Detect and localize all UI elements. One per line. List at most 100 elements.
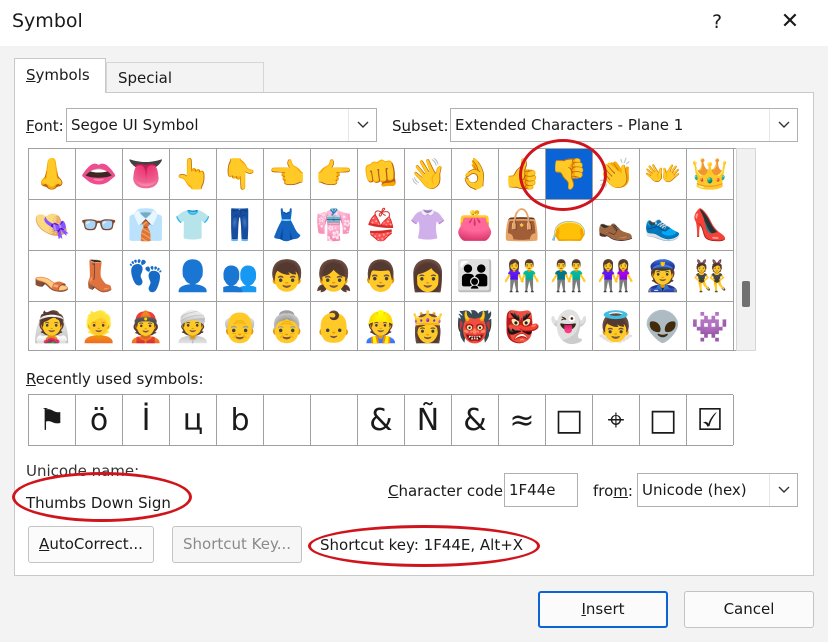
font-label-text: ont:	[34, 117, 64, 135]
from-select[interactable]: Unicode (hex)	[637, 473, 798, 507]
close-button[interactable]: ✕	[770, 6, 810, 38]
recent-symbol-cell[interactable]	[264, 395, 311, 445]
symbol-cell[interactable]: 👙	[358, 200, 405, 251]
symbol-cell[interactable]: 👩	[405, 251, 452, 302]
symbol-cell[interactable]: 👜	[499, 200, 546, 251]
symbol-cell[interactable]: 👚	[405, 200, 452, 251]
recent-symbol-cell[interactable]	[311, 395, 358, 445]
symbol-cell[interactable]: 👊	[358, 149, 405, 200]
symbol-cell[interactable]: 👴	[217, 302, 264, 350]
recent-symbol-cell[interactable]: ö	[76, 395, 123, 445]
symbol-cell[interactable]: 👵	[264, 302, 311, 350]
autocorrect-button[interactable]: AutoCorrect...	[28, 526, 154, 563]
tab-symbols[interactable]: Symbols	[14, 58, 106, 93]
symbol-cell[interactable]: 👰	[29, 302, 76, 350]
recent-label: Recently used symbols:	[26, 370, 204, 388]
symbol-cell[interactable]: 👓	[76, 200, 123, 251]
symbol-cell[interactable]: 👻	[546, 302, 593, 350]
recent-symbol-cell[interactable]: □	[546, 395, 593, 445]
symbol-cell[interactable]: 👶	[311, 302, 358, 350]
symbol-cell[interactable]: 👐	[640, 149, 687, 200]
from-label-text: :	[627, 482, 633, 500]
subset-label: Subset:	[392, 117, 449, 135]
symbol-cell[interactable]: 👗	[264, 200, 311, 251]
symbol-cell[interactable]: 👯	[687, 251, 734, 302]
symbol-cell[interactable]: 👧	[311, 251, 358, 302]
symbol-cell[interactable]: 👟	[640, 200, 687, 251]
symbol-cell[interactable]: 👮	[640, 251, 687, 302]
shortcut-key-button[interactable]: Shortcut Key...	[172, 526, 302, 563]
symbol-cell[interactable]: 👺	[499, 302, 546, 350]
cancel-button[interactable]: Cancel	[684, 591, 814, 628]
symbol-grid-scrollbar[interactable]	[736, 148, 756, 351]
character-code-input[interactable]: 1F44e	[504, 473, 578, 507]
symbol-cell[interactable]: 👈	[264, 149, 311, 200]
insert-button[interactable]: Insert	[538, 591, 668, 628]
scrollbar-thumb[interactable]	[742, 281, 750, 307]
symbol-cell[interactable]: 👬	[546, 251, 593, 302]
recent-symbol-cell[interactable]: ц	[170, 395, 217, 445]
symbol-cell[interactable]: 👳	[170, 302, 217, 350]
symbol-cell[interactable]: 👽	[640, 302, 687, 350]
symbol-cell[interactable]: 👹	[452, 302, 499, 350]
symbol-cell[interactable]: 👆	[170, 149, 217, 200]
character-code-mnemonic: C	[388, 482, 399, 500]
symbol-cell[interactable]: 👔	[123, 200, 170, 251]
symbol-cell[interactable]: 👝	[546, 200, 593, 251]
symbol-cell[interactable]: 👘	[311, 200, 358, 251]
recent-symbol-cell[interactable]: ⌖	[593, 395, 640, 445]
symbol-cell[interactable]: 👭	[593, 251, 640, 302]
recent-symbol-cell[interactable]: ☑	[687, 395, 734, 445]
symbol-cell[interactable]: 👉	[311, 149, 358, 200]
symbol-cell[interactable]: 👞	[593, 200, 640, 251]
symbol-cell[interactable]: 👱	[76, 302, 123, 350]
symbol-cell[interactable]: 👏	[593, 149, 640, 200]
symbol-cell[interactable]: 👤	[170, 251, 217, 302]
symbol-cell[interactable]: 👸	[405, 302, 452, 350]
symbol-cell[interactable]: 👋	[405, 149, 452, 200]
symbol-grid[interactable]: 👃 👄 👅 👆 👇 👈 👉 👊 👋 👌 👍 👎 👏 👐 👑 👒 👓 👔 👕 👖 👗 👘 👙 👚 👛 👜 👝 👞 👟 👠 👡 👢 👣 👤 👥 👦 👧 👨 👩 👪…	[28, 148, 736, 351]
subset-select[interactable]: Extended Characters - Plane 1	[450, 108, 798, 142]
symbol-cell[interactable]: 👪	[452, 251, 499, 302]
symbol-cell[interactable]: 👍	[499, 149, 546, 200]
symbol-cell[interactable]: 👫	[499, 251, 546, 302]
symbol-cell[interactable]: 👠	[687, 200, 734, 251]
symbol-cell[interactable]: 👢	[76, 251, 123, 302]
symbol-cell[interactable]: 👥	[217, 251, 264, 302]
symbol-cell[interactable]: 👄	[76, 149, 123, 200]
recent-symbol-cell[interactable]: &	[452, 395, 499, 445]
symbol-cell[interactable]: 👨	[358, 251, 405, 302]
symbol-cell[interactable]: 👡	[29, 251, 76, 302]
recent-symbol-cell[interactable]: Ñ	[405, 395, 452, 445]
recent-symbol-cell[interactable]: İ	[123, 395, 170, 445]
insert-label: nsert	[585, 600, 625, 618]
symbol-cell[interactable]: 👅	[123, 149, 170, 200]
symbol-cell[interactable]: 👒	[29, 200, 76, 251]
recent-symbol-cell[interactable]: &	[358, 395, 405, 445]
symbol-cell[interactable]: 👑	[687, 149, 734, 200]
symbol-cell[interactable]: 👌	[452, 149, 499, 200]
symbol-cell[interactable]: 👃	[29, 149, 76, 200]
symbol-cell[interactable]: 👖	[217, 200, 264, 251]
symbol-cell[interactable]: 👲	[123, 302, 170, 350]
recent-symbols-row[interactable]: ⚑ ö İц b & Ñ & ≈ □ ⌖ □ ☑	[28, 394, 734, 446]
symbol-cell[interactable]: 👣	[123, 251, 170, 302]
tab-symbols-label: ymbols	[35, 66, 90, 84]
tab-special-characters[interactable]: Special Characters	[106, 62, 264, 117]
symbol-cell[interactable]: 👾	[687, 302, 734, 350]
recent-symbol-cell[interactable]: b	[217, 395, 264, 445]
symbol-cell[interactable]: 👇	[217, 149, 264, 200]
symbol-cell[interactable]: 👦	[264, 251, 311, 302]
from-label-mnemonic: m	[613, 482, 628, 500]
symbol-cell[interactable]: 👎	[546, 149, 593, 200]
recent-symbol-cell[interactable]: □	[640, 395, 687, 445]
symbol-cell[interactable]: 👛	[452, 200, 499, 251]
symbol-cell[interactable]: 👕	[170, 200, 217, 251]
help-button[interactable]: ?	[700, 6, 734, 38]
symbol-cell[interactable]: 👼	[593, 302, 640, 350]
recent-symbol-cell[interactable]: ⚑	[29, 395, 76, 445]
recent-symbol-cell[interactable]: ≈	[499, 395, 546, 445]
font-select[interactable]: Segoe UI Symbol	[66, 108, 377, 142]
symbol-cell[interactable]: 👷	[358, 302, 405, 350]
from-select-value: Unicode (hex)	[642, 481, 747, 499]
